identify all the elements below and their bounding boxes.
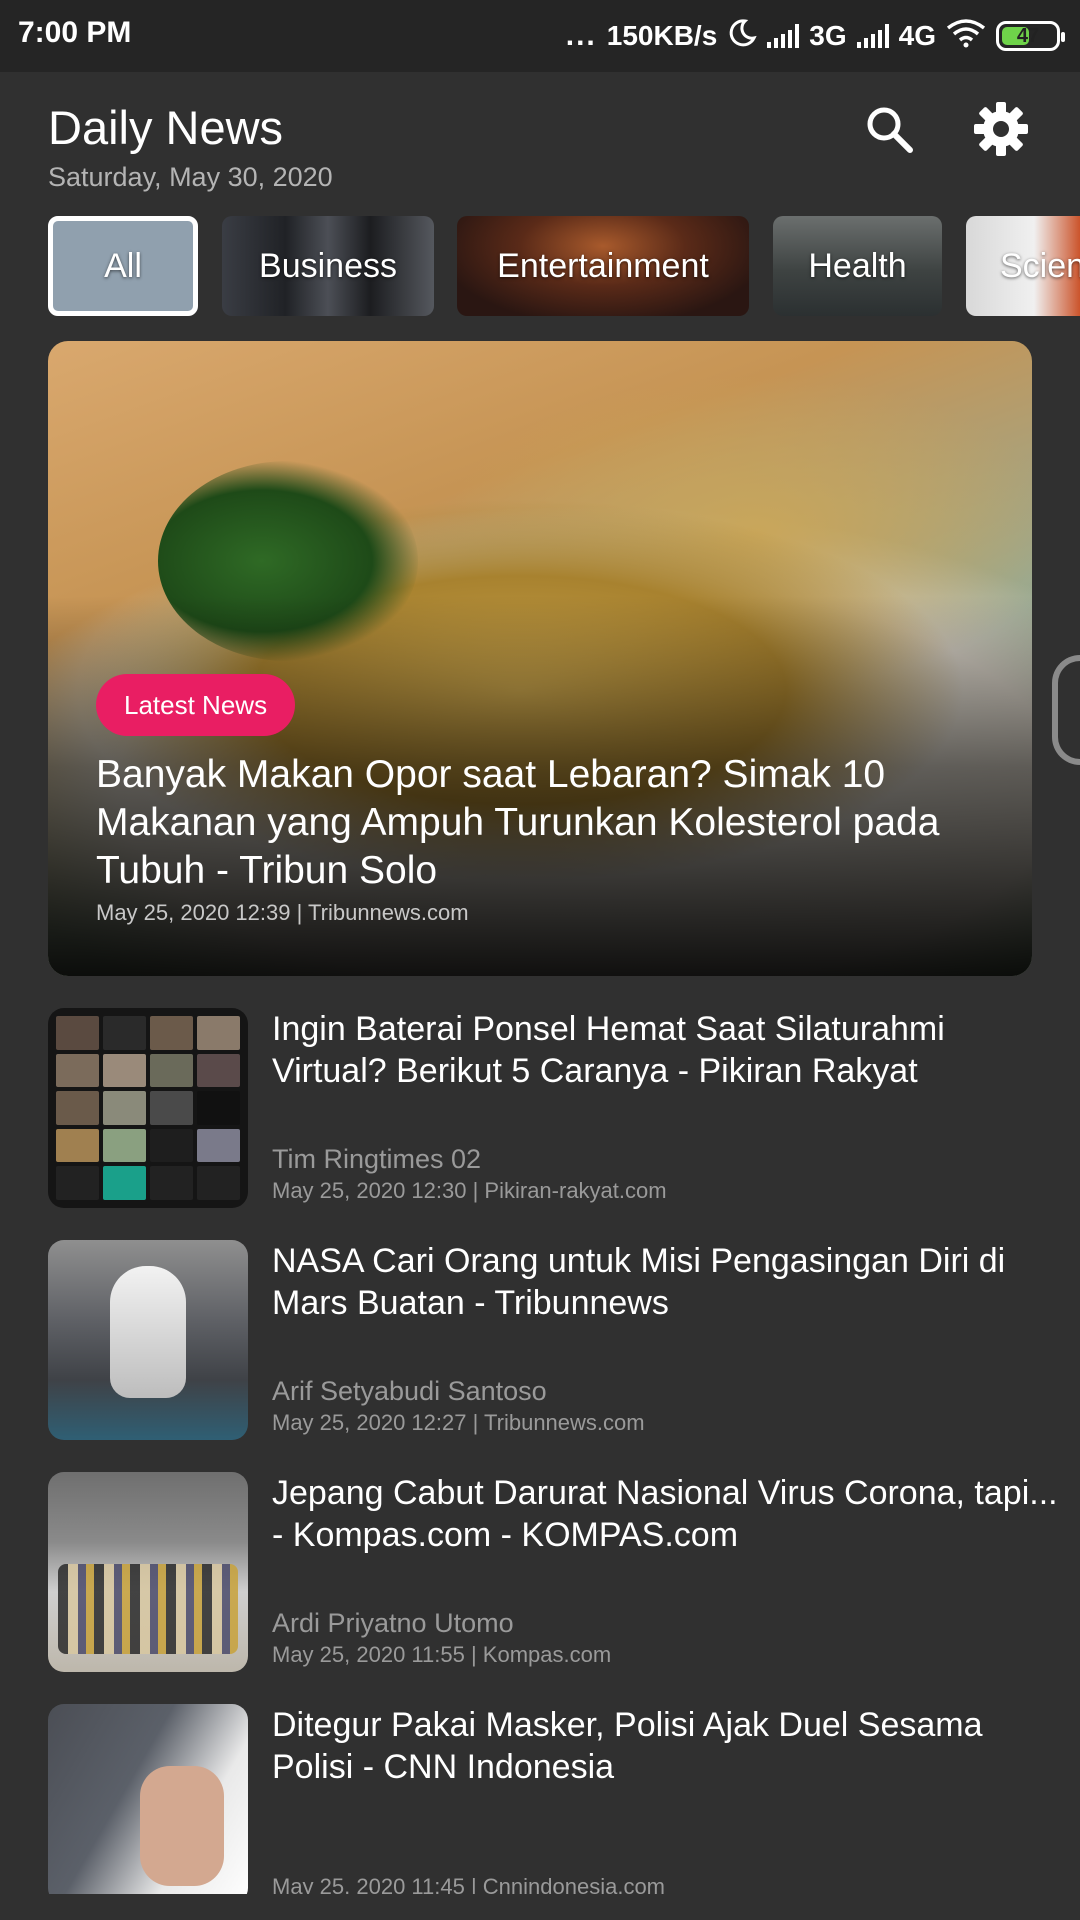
status-indicators: ... 150KB/s 3G 4G 47 [565, 14, 1065, 58]
thumbnail-image [140, 1766, 224, 1886]
article-meta: May 25, 2020 12:27 | Tribunnews.com [272, 1410, 645, 1435]
featured-headline: Banyak Makan Opor saat Lebaran? Simak 10… [96, 753, 940, 892]
news-list-item[interactable]: Ditegur Pakai Masker, Polisi Ajak Duel S… [48, 1704, 1032, 1894]
signal-icon-1 [767, 24, 800, 48]
article-title: Ingin Baterai Ponsel Hemat Saat Silatura… [272, 1010, 945, 1090]
category-entertainment[interactable]: Entertainment [457, 216, 749, 316]
news-list-item[interactable]: Ingin Baterai Ponsel Hemat Saat Silatura… [48, 1008, 1032, 1208]
category-health[interactable]: Health [773, 216, 942, 316]
category-science[interactable]: Scien [966, 216, 1080, 316]
category-label: All [104, 246, 142, 285]
category-all[interactable]: All [48, 216, 198, 316]
category-business[interactable]: Business [222, 216, 434, 316]
battery-icon: 47 [996, 21, 1065, 51]
signal-icon-2 [856, 24, 889, 48]
network-type-1: 3G [809, 20, 847, 51]
status-bar: 7:00 PM ... 150KB/s 3G 4G 47 [0, 0, 1080, 72]
article-author: Tim Ringtimes 02 [272, 1144, 482, 1174]
article-thumbnail [48, 1704, 248, 1894]
edge-drawer-handle[interactable] [1052, 655, 1080, 765]
network-type-2: 4G [898, 20, 936, 51]
article-title: NASA Cari Orang untuk Misi Pengasingan D… [272, 1242, 1006, 1322]
article-author: Arif Setyabudi Santoso [272, 1376, 547, 1406]
article-meta: May 25, 2020 11:55 | Kompas.com [272, 1642, 612, 1667]
thumbnail-image [58, 1564, 238, 1654]
moon-icon [727, 18, 757, 55]
category-tabs: All Business Entertainment Health Scien [0, 216, 1080, 318]
latest-news-badge: Latest News [96, 674, 296, 736]
search-icon [867, 107, 913, 153]
search-button[interactable] [858, 98, 920, 160]
battery-level: 47 [1016, 24, 1040, 47]
news-list-item[interactable]: NASA Cari Orang untuk Misi Pengasingan D… [48, 1240, 1032, 1440]
article-title: Ditegur Pakai Masker, Polisi Ajak Duel S… [272, 1706, 983, 1786]
featured-news-card[interactable]: Latest News Banyak Makan Opor saat Lebar… [48, 341, 1032, 976]
category-label: Scien [1000, 246, 1080, 285]
wifi-icon [946, 18, 986, 55]
article-title: Jepang Cabut Darurat Nasional Virus Coro… [272, 1474, 1058, 1554]
network-speed: 150KB/s [606, 20, 718, 51]
article-author: Ardi Priyatno Utomo [272, 1608, 514, 1638]
article-thumbnail [48, 1240, 248, 1440]
status-time: 7:00 PM [18, 16, 132, 49]
notification-dots: ... [565, 19, 597, 52]
featured-meta: May 25, 2020 12:39 | Tribunnews.com [96, 900, 469, 925]
thumbnail-image [110, 1266, 186, 1398]
settings-button[interactable] [970, 98, 1032, 160]
article-meta: May 25, 2020 11:45 | Cnnindonesia.com [272, 1874, 666, 1894]
app-title: Daily News [48, 101, 284, 154]
category-label: Entertainment [497, 246, 709, 285]
article-meta: May 25, 2020 12:30 | Pikiran-rakyat.com [272, 1178, 667, 1203]
thumbnail-image [56, 1016, 240, 1200]
news-list-item[interactable]: Jepang Cabut Darurat Nasional Virus Coro… [48, 1472, 1058, 1672]
header-date: Saturday, May 30, 2020 [48, 162, 333, 192]
category-label: Health [808, 246, 907, 285]
gear-icon [974, 102, 1028, 156]
category-label: Business [259, 246, 397, 285]
article-thumbnail [48, 1008, 248, 1208]
article-thumbnail [48, 1472, 248, 1672]
